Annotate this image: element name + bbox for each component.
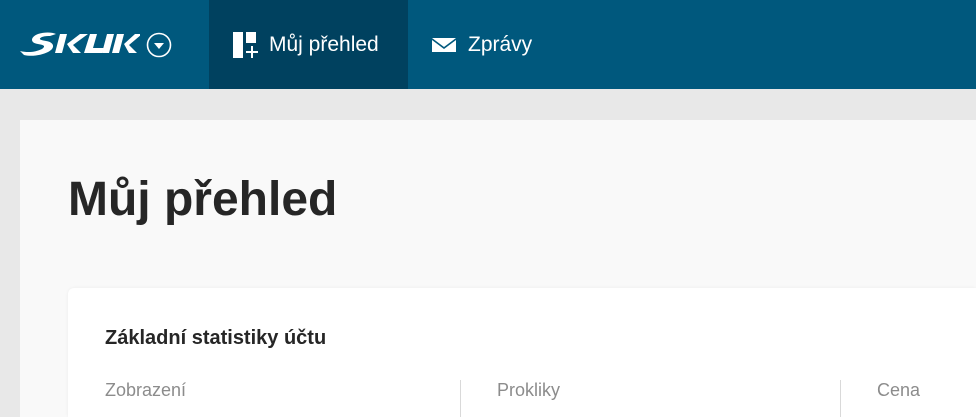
- stat-label: Zobrazení: [105, 380, 187, 400]
- card-title: Základní statistiky účtu: [105, 327, 327, 349]
- nav-item-label: Zprávy: [468, 33, 533, 56]
- dashboard-icon: [233, 32, 259, 58]
- account-stats-card: Základní statistiky účtu Zobrazení Prokl…: [68, 288, 976, 417]
- logo-area: [0, 0, 209, 89]
- sklik-logo[interactable]: [18, 26, 140, 62]
- nav-item-label: Můj přehled: [269, 33, 379, 56]
- envelope-icon: [432, 32, 456, 58]
- column-divider: [460, 380, 461, 417]
- stat-label: Cena: [877, 380, 921, 400]
- page-title: Můj přehled: [68, 173, 338, 226]
- column-divider: [840, 380, 841, 417]
- top-navigation-bar: Můj přehled Zprávy: [0, 0, 976, 89]
- nav-item-overview[interactable]: Můj přehled: [209, 0, 408, 89]
- chevron-down-icon[interactable]: [146, 32, 172, 58]
- stat-label: Prokliky: [497, 380, 561, 400]
- nav-item-messages[interactable]: Zprávy: [408, 0, 568, 89]
